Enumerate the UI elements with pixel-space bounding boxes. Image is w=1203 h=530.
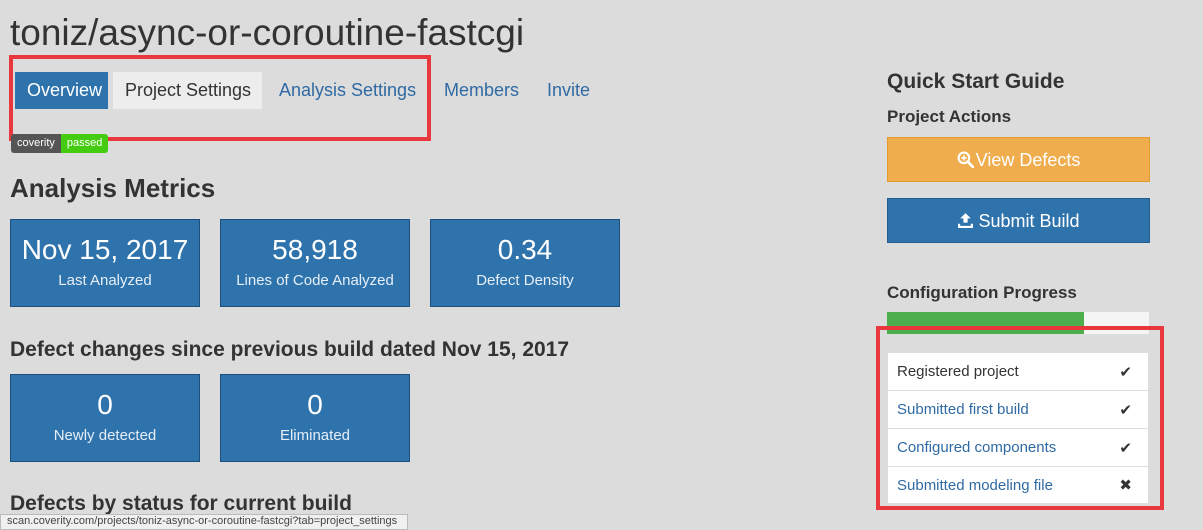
metric-label: Lines of Code Analyzed	[236, 272, 394, 289]
badge-status: passed	[60, 134, 109, 153]
submit-build-button[interactable]: Submit Build	[887, 198, 1150, 243]
project-title: toniz/async-or-coroutine-fastcgi	[10, 12, 525, 53]
metric-label: Defect Density	[476, 272, 574, 289]
quick-start-guide-heading: Quick Start Guide	[887, 70, 1065, 93]
defects-by-status-heading: Defects by status for current build	[10, 492, 352, 515]
metric-card-newly-detected: 0 Newly detected	[10, 374, 200, 462]
analysis-metrics-heading: Analysis Metrics	[10, 173, 216, 203]
metric-value: Nov 15, 2017	[21, 234, 189, 265]
submit-build-label: Submit Build	[978, 211, 1080, 231]
project-actions-heading: Project Actions	[887, 107, 1012, 126]
metric-value: 0	[307, 389, 323, 420]
highlight-box-checklist	[876, 326, 1164, 510]
tab-invite[interactable]: Invite	[535, 72, 602, 109]
zoom-in-icon	[957, 151, 974, 169]
view-defects-button[interactable]: View Defects	[887, 137, 1150, 182]
badge-label: coverity	[11, 134, 61, 153]
upload-icon	[958, 213, 974, 228]
metric-value: 0.34	[497, 234, 553, 265]
configuration-progress-heading: Configuration Progress	[887, 283, 1077, 302]
defect-changes-heading: Defect changes since previous build date…	[10, 338, 570, 361]
highlight-box-tabs	[9, 55, 431, 141]
view-defects-label: View Defects	[975, 150, 1081, 170]
metric-label: Last Analyzed	[58, 272, 152, 289]
metric-card-lines-of-code: 58,918 Lines of Code Analyzed	[220, 219, 410, 307]
tab-members[interactable]: Members	[432, 72, 531, 109]
metric-card-defect-density: 0.34 Defect Density	[430, 219, 620, 307]
metric-card-eliminated: 0 Eliminated	[220, 374, 410, 462]
metric-value: 58,918	[272, 234, 358, 265]
metric-label: Newly detected	[53, 427, 157, 444]
coverity-status-badge[interactable]: coverity passed	[11, 134, 109, 153]
metric-card-last-analyzed: Nov 15, 2017 Last Analyzed	[10, 219, 200, 307]
browser-status-url: scan.coverity.com/projects/toniz-async-o…	[0, 514, 408, 530]
metric-value: 0	[97, 389, 113, 420]
metric-label: Eliminated	[279, 427, 351, 444]
